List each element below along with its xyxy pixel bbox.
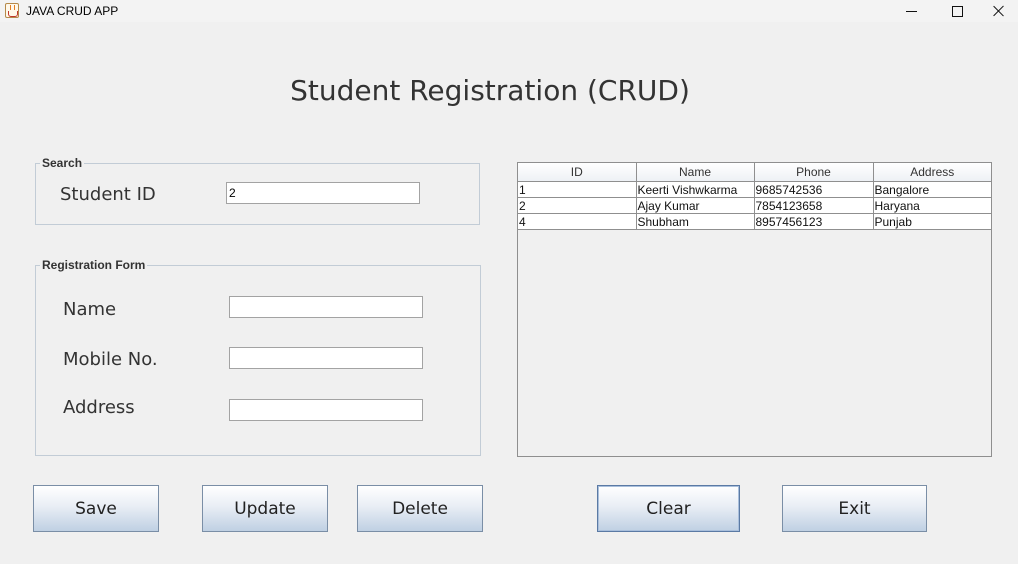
minimize-icon: [905, 10, 917, 12]
cell-id[interactable]: 4: [518, 213, 637, 230]
cell-name[interactable]: Ajay Kumar: [636, 197, 755, 214]
name-input[interactable]: [229, 296, 423, 318]
cell-id[interactable]: 1: [518, 181, 637, 198]
cell-name[interactable]: Keerti Vishwkarma: [636, 181, 755, 198]
table-row[interactable]: 2 Ajay Kumar 7854123658 Haryana: [518, 197, 991, 214]
java-cup-icon: [5, 3, 19, 18]
cell-id[interactable]: 2: [518, 197, 637, 214]
column-header-address[interactable]: Address: [873, 163, 991, 182]
exit-button[interactable]: Exit: [782, 485, 927, 532]
close-button[interactable]: [980, 0, 1018, 22]
minimize-button[interactable]: [888, 0, 934, 22]
title-bar: JAVA CRUD APP: [0, 0, 1018, 22]
student-id-input[interactable]: 2: [226, 182, 420, 204]
table-row[interactable]: 4 Shubham 8957456123 Punjab: [518, 213, 991, 230]
cell-name[interactable]: Shubham: [636, 213, 755, 230]
students-table-panel[interactable]: ID Name Phone Address 1 Keerti Vishwkarm…: [517, 162, 992, 457]
column-header-phone[interactable]: Phone: [754, 163, 874, 182]
maximize-icon: [951, 5, 963, 17]
clear-button[interactable]: Clear: [597, 485, 740, 532]
cell-address[interactable]: Punjab: [873, 213, 991, 230]
registration-legend: Registration Form: [42, 258, 146, 272]
cell-address[interactable]: Haryana: [873, 197, 991, 214]
update-button[interactable]: Update: [202, 485, 328, 532]
window-title: JAVA CRUD APP: [26, 4, 119, 18]
students-table[interactable]: ID Name Phone Address 1 Keerti Vishwkarm…: [518, 163, 991, 230]
mobile-input[interactable]: [229, 347, 423, 369]
search-legend: Search: [42, 156, 83, 170]
name-label: Name: [63, 299, 117, 320]
mobile-label: Mobile No.: [63, 349, 158, 370]
address-input[interactable]: [229, 399, 423, 421]
column-header-name[interactable]: Name: [636, 163, 755, 182]
page-title: Student Registration (CRUD): [290, 74, 690, 107]
maximize-button[interactable]: [934, 0, 980, 22]
cell-phone[interactable]: 8957456123: [754, 213, 874, 230]
cell-phone[interactable]: 7854123658: [754, 197, 874, 214]
delete-button[interactable]: Delete: [357, 485, 483, 532]
cell-address[interactable]: Bangalore: [873, 181, 991, 198]
table-header-row: ID Name Phone Address: [518, 163, 991, 182]
address-label: Address: [63, 397, 135, 418]
close-icon: [993, 5, 1005, 17]
table-row[interactable]: 1 Keerti Vishwkarma 9685742536 Bangalore: [518, 181, 991, 198]
save-button[interactable]: Save: [33, 485, 159, 532]
cell-phone[interactable]: 9685742536: [754, 181, 874, 198]
column-header-id[interactable]: ID: [518, 163, 637, 182]
student-id-label: Student ID: [60, 184, 156, 205]
